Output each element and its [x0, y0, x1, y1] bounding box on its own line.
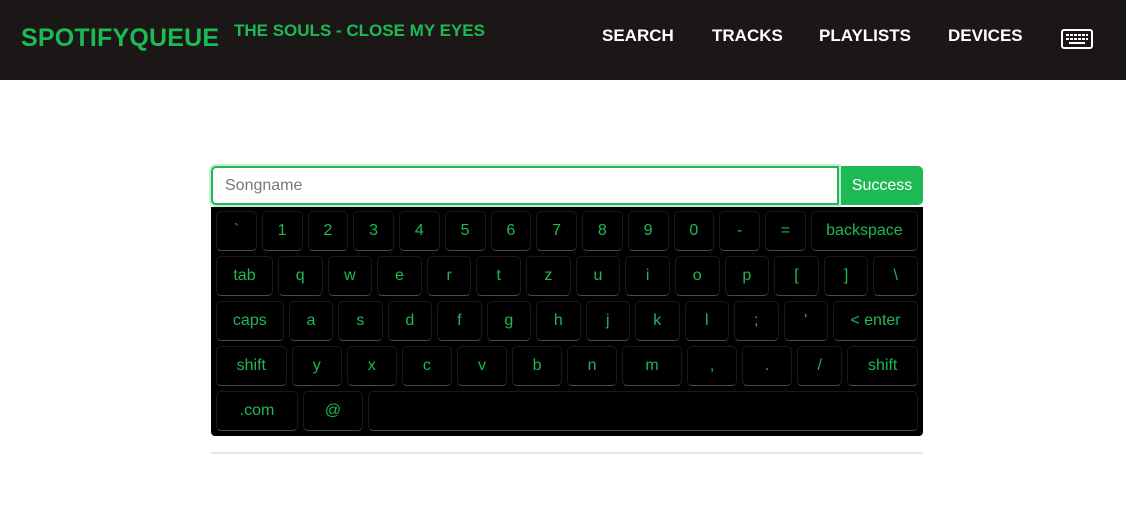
key-backtick[interactable]: ` — [216, 211, 257, 251]
key-m[interactable]: m — [622, 346, 683, 386]
keyboard-row-5: .com @ — [216, 391, 918, 431]
key-l[interactable]: l — [684, 301, 730, 341]
key-space[interactable] — [368, 391, 918, 431]
key-9[interactable]: 9 — [627, 211, 669, 251]
virtual-keyboard: ` 1 2 3 4 5 6 7 8 9 0 - = backspace tab … — [211, 207, 923, 436]
key-n[interactable]: n — [567, 346, 618, 386]
key-left-bracket[interactable]: [ — [774, 256, 819, 296]
key-4[interactable]: 4 — [399, 211, 440, 251]
key-t[interactable]: t — [476, 256, 522, 296]
key-caps[interactable]: caps — [216, 301, 284, 341]
key-z[interactable]: z — [526, 256, 571, 296]
key-r[interactable]: r — [426, 256, 472, 296]
keyboard-row-3: caps a s d f g h j k l ; ' < enter — [216, 301, 919, 341]
key-1[interactable]: 1 — [261, 211, 303, 251]
nav-link-tracks[interactable]: TRACKS — [712, 26, 783, 46]
key-3[interactable]: 3 — [353, 211, 394, 251]
nav-link-search[interactable]: SEARCH — [602, 26, 674, 46]
key-equals[interactable]: = — [765, 211, 806, 251]
key-b[interactable]: b — [511, 346, 563, 386]
key-period[interactable]: . — [742, 346, 793, 386]
key-enter[interactable]: < enter — [832, 301, 919, 341]
key-shift-right[interactable]: shift — [847, 346, 919, 386]
key-tab[interactable]: tab — [216, 256, 273, 296]
key-w[interactable]: w — [327, 256, 373, 296]
key-quote[interactable]: ' — [783, 301, 828, 341]
key-u[interactable]: u — [575, 256, 621, 296]
key-f[interactable]: f — [437, 301, 482, 341]
key-comma[interactable]: , — [687, 346, 738, 386]
key-semicolon[interactable]: ; — [734, 301, 779, 341]
key-k[interactable]: k — [635, 301, 680, 341]
key-0[interactable]: 0 — [673, 211, 715, 251]
now-playing-label: THE SOULS - CLOSE MY EYES — [234, 21, 485, 40]
songname-input[interactable] — [211, 166, 839, 205]
key-a[interactable]: a — [288, 301, 334, 341]
key-y[interactable]: y — [291, 346, 342, 386]
key-7[interactable]: 7 — [536, 211, 577, 251]
success-button[interactable]: Success — [841, 166, 923, 205]
key-h[interactable]: h — [536, 301, 581, 341]
divider — [211, 452, 923, 454]
key-j[interactable]: j — [585, 301, 631, 341]
navbar: SPOTIFYQUEUE THE SOULS - CLOSE MY EYES S… — [0, 0, 1126, 80]
key-right-bracket[interactable]: ] — [823, 256, 869, 296]
keyboard-row-2: tab q w e r t z u i o p [ ] \ — [216, 256, 919, 296]
key-q[interactable]: q — [277, 256, 323, 296]
key-8[interactable]: 8 — [582, 211, 623, 251]
key-s[interactable]: s — [338, 301, 383, 341]
nav-link-playlists[interactable]: PLAYLISTS — [819, 26, 911, 46]
key-g[interactable]: g — [486, 301, 532, 341]
key-shift-left[interactable]: shift — [216, 346, 287, 386]
key-c[interactable]: c — [401, 346, 452, 386]
key-slash[interactable]: / — [797, 346, 843, 386]
key-minus[interactable]: - — [719, 211, 760, 251]
key-6[interactable]: 6 — [490, 211, 532, 251]
key-5[interactable]: 5 — [444, 211, 486, 251]
keyboard-icon[interactable] — [1061, 29, 1093, 49]
keyboard-row-1: ` 1 2 3 4 5 6 7 8 9 0 - = backspace — [216, 211, 919, 251]
key-d[interactable]: d — [387, 301, 433, 341]
key-backslash[interactable]: \ — [873, 256, 919, 296]
key-backspace[interactable]: backspace — [810, 211, 919, 251]
key-dotcom[interactable]: .com — [216, 391, 298, 431]
key-2[interactable]: 2 — [307, 211, 349, 251]
key-v[interactable]: v — [456, 346, 507, 386]
key-at[interactable]: @ — [303, 391, 363, 431]
search-form: Success — [211, 166, 923, 206]
key-o[interactable]: o — [674, 256, 720, 296]
key-x[interactable]: x — [346, 346, 397, 386]
key-p[interactable]: p — [724, 256, 770, 296]
keyboard-row-4: shift y x c v b n m , . / shift — [216, 346, 919, 386]
key-i[interactable]: i — [625, 256, 670, 296]
brand-link[interactable]: SPOTIFYQUEUE — [21, 24, 219, 53]
nav-link-devices[interactable]: DEVICES — [948, 26, 1023, 46]
key-e[interactable]: e — [377, 256, 422, 296]
